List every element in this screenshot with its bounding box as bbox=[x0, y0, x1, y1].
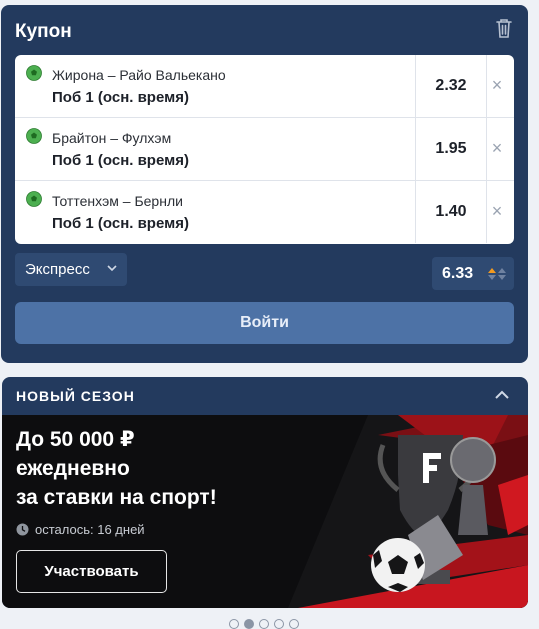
bet-type-select[interactable]: Экспресс bbox=[15, 253, 127, 286]
odds-value: 1.40 bbox=[415, 181, 487, 243]
time-left-text: осталось: 16 дней bbox=[35, 522, 145, 537]
bet-type-label: Экспресс bbox=[25, 261, 90, 278]
bet-list: Жирона – Райо Вальекано Поб 1 (осн. врем… bbox=[15, 55, 514, 244]
carousel-dot[interactable] bbox=[274, 619, 284, 629]
time-left: осталось: 16 дней bbox=[16, 522, 145, 537]
coupon-title: Купон bbox=[15, 21, 72, 42]
coupon-panel: Купон Жирона – Райо Вальекано Поб 1 (осн… bbox=[1, 5, 528, 363]
participate-button[interactable]: Участвовать bbox=[16, 550, 167, 593]
match-name: Жирона – Райо Вальекано bbox=[52, 67, 226, 83]
chevron-down-icon bbox=[107, 265, 117, 272]
promo-title-line: ежедневно bbox=[16, 457, 130, 480]
clock-icon bbox=[16, 523, 29, 536]
close-icon[interactable]: × bbox=[488, 202, 506, 220]
trophy-illustration bbox=[288, 415, 528, 608]
promo-banner: НОВЫЙ СЕЗОН До 50 000 ₽ ежедневно за ста… bbox=[2, 377, 528, 608]
odds-value: 2.32 bbox=[415, 55, 487, 117]
market-name: Поб 1 (осн. время) bbox=[52, 215, 189, 232]
total-odds-value: 6.33 bbox=[442, 264, 474, 282]
odds-value: 1.95 bbox=[415, 118, 487, 180]
football-icon bbox=[26, 191, 42, 207]
carousel-dot[interactable] bbox=[259, 619, 269, 629]
bet-row: Жирона – Райо Вальекано Поб 1 (осн. врем… bbox=[15, 55, 514, 118]
close-icon[interactable]: × bbox=[488, 139, 506, 157]
bet-row: Брайтон – Фулхэм Поб 1 (осн. время) 1.95… bbox=[15, 118, 514, 181]
carousel-dot[interactable] bbox=[244, 619, 254, 629]
carousel-dot[interactable] bbox=[289, 619, 299, 629]
market-name: Поб 1 (осн. время) bbox=[52, 89, 189, 106]
football-icon bbox=[26, 65, 42, 81]
close-icon[interactable]: × bbox=[488, 76, 506, 94]
login-button[interactable]: Войти bbox=[15, 302, 514, 344]
bet-row: Тоттенхэм – Бернли Поб 1 (осн. время) 1.… bbox=[15, 181, 514, 244]
promo-title-line: за ставки на спорт! bbox=[16, 486, 217, 509]
promo-title-line: До 50 000 ₽ bbox=[16, 428, 135, 451]
total-odds: 6.33 bbox=[432, 257, 514, 290]
odds-arrows-icon bbox=[488, 268, 506, 280]
promo-header: НОВЫЙ СЕЗОН bbox=[16, 388, 135, 404]
match-name: Тоттенхэм – Бернли bbox=[52, 193, 183, 209]
trash-icon[interactable] bbox=[494, 17, 514, 39]
carousel-dot[interactable] bbox=[229, 619, 239, 629]
market-name: Поб 1 (осн. время) bbox=[52, 152, 189, 169]
match-name: Брайтон – Фулхэм bbox=[52, 130, 172, 146]
promo-body: До 50 000 ₽ ежедневно за ставки на спорт… bbox=[2, 415, 528, 608]
chevron-up-icon[interactable] bbox=[494, 389, 510, 401]
promo-title: До 50 000 ₽ ежедневно за ставки на спорт… bbox=[16, 425, 266, 512]
carousel-dots bbox=[229, 619, 299, 629]
football-icon bbox=[26, 128, 42, 144]
